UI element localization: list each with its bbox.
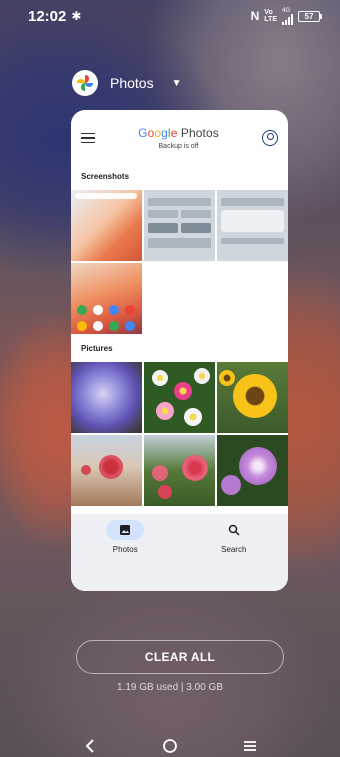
battery-icon: 57 (298, 10, 322, 22)
photos-logo-icon (72, 70, 98, 96)
tab-photos[interactable]: Photos (85, 520, 165, 591)
screenshot-thumb[interactable] (144, 190, 215, 261)
tab-search[interactable]: Search (194, 520, 274, 591)
photos-top-bar: Google Photos Backup is off (71, 110, 288, 166)
recents-app-name: Photos (110, 75, 154, 91)
signal-icon (282, 13, 293, 25)
nfc-icon: N (250, 9, 260, 23)
bottom-navigation: Photos Search (71, 514, 288, 591)
section-screenshots: Screenshots (81, 172, 130, 181)
gear-icon: ✱ (71, 9, 82, 23)
recents-icon[interactable] (238, 736, 262, 756)
image-icon (106, 520, 145, 540)
home-icon[interactable] (158, 736, 182, 756)
search-icon (215, 520, 253, 540)
backup-status: Backup is off (158, 143, 199, 150)
status-bar: 12:02 ✱ N Vo LTE 4G 57 (0, 0, 340, 32)
menu-icon[interactable] (81, 132, 95, 144)
account-icon[interactable] (262, 130, 278, 146)
screenshot-thumb[interactable] (217, 190, 288, 261)
picture-thumb[interactable] (71, 362, 142, 433)
section-pictures: Pictures (81, 344, 113, 353)
picture-thumb[interactable] (144, 362, 215, 433)
tab-photos-label: Photos (112, 545, 138, 554)
recents-app-header[interactable]: Photos ▼ (72, 70, 182, 96)
clear-all-button[interactable]: CLEAR ALL (76, 640, 284, 674)
google-photos-logo: Google Photos (138, 126, 219, 140)
recent-app-card[interactable]: Google Photos Backup is off Screenshots … (71, 110, 288, 591)
screenshot-thumb[interactable] (71, 190, 142, 261)
picture-thumb[interactable] (71, 435, 142, 506)
memory-usage: 1.19 GB used | 3.00 GB (117, 682, 223, 693)
back-icon[interactable] (78, 736, 102, 756)
clock: 12:02 (28, 7, 67, 25)
screenshot-thumb[interactable] (71, 263, 142, 334)
picture-thumb[interactable] (144, 435, 215, 506)
chevron-down-icon[interactable]: ▼ (172, 78, 182, 89)
picture-thumb[interactable] (217, 362, 288, 433)
picture-thumb[interactable] (217, 435, 288, 506)
system-navigation-bar (0, 735, 340, 757)
tab-search-label: Search (221, 545, 247, 554)
volte-indicator: Vo LTE (264, 9, 277, 23)
